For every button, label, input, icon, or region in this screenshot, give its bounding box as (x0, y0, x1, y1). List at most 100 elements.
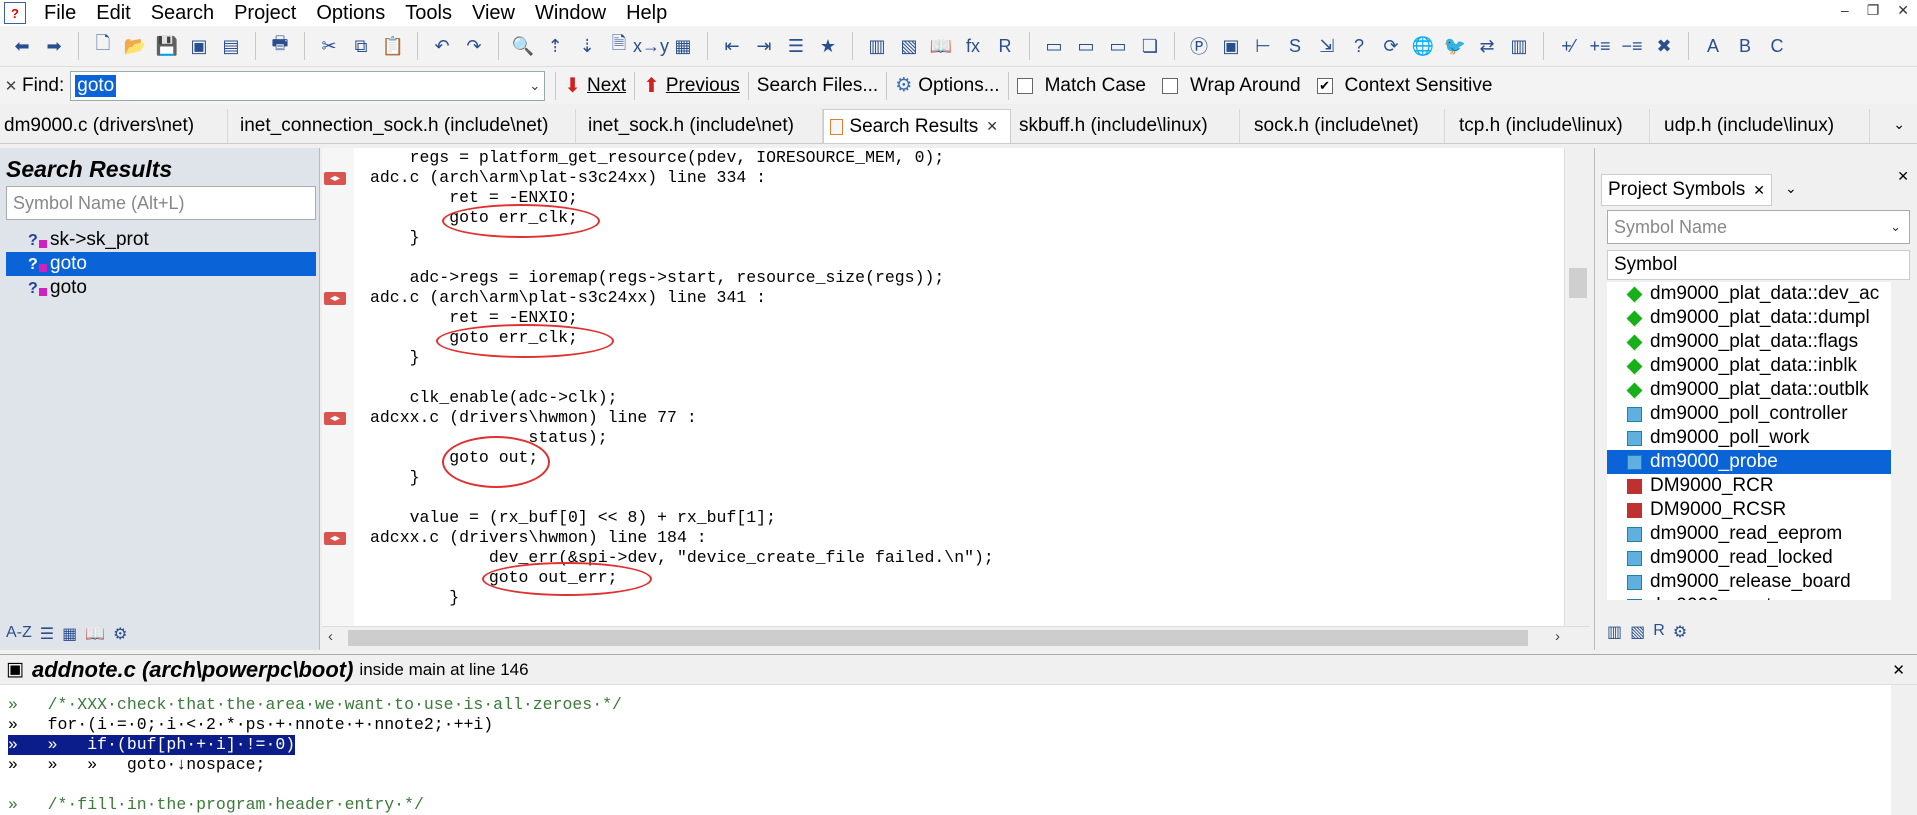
menu-view[interactable]: View (462, 2, 525, 25)
new-file-icon[interactable]: 🗋 (89, 32, 117, 60)
scroll-right-icon[interactable]: › (1555, 628, 1560, 645)
bookmark-list-icon[interactable]: ☰ (782, 32, 810, 60)
menu-tools[interactable]: Tools (395, 2, 462, 25)
layout-2-icon[interactable]: ▭ (1072, 32, 1100, 60)
close-icon[interactable]: ✕ (1892, 661, 1905, 679)
tab-search-results[interactable]: Search Results ✕ (823, 109, 1011, 143)
list-item[interactable]: ? sk->sk_prot (6, 228, 316, 252)
bookmark-prev-icon[interactable]: ⇤ (718, 32, 746, 60)
gear-icon[interactable]: ⚙ (113, 624, 127, 644)
tree-icon[interactable]: ⊢ (1249, 32, 1277, 60)
layout-3-icon[interactable]: ▭ (1104, 32, 1132, 60)
function-icon[interactable]: fx (959, 32, 987, 60)
forward-icon[interactable]: ➡ (40, 32, 68, 60)
font-a-icon[interactable]: A (1699, 32, 1727, 60)
bookmark-next-icon[interactable]: ⇥ (750, 32, 778, 60)
vertical-scrollbar[interactable] (1891, 282, 1909, 600)
vertical-scrollbar[interactable] (1564, 148, 1590, 628)
bookmark-toggle-icon[interactable]: ★ (814, 32, 842, 60)
symbol-info-icon[interactable]: S (1281, 32, 1309, 60)
symbol-name-input[interactable]: Symbol Name ⌄ (1607, 210, 1910, 244)
add-file-icon[interactable]: +⁄ (1554, 32, 1582, 60)
context-sensitive-checkbox[interactable]: ✔ Context Sensitive (1309, 71, 1501, 101)
compare-icon[interactable]: ▥ (1505, 32, 1533, 60)
search-files-button[interactable]: Search Files... (749, 71, 886, 101)
menu-window[interactable]: Window (525, 2, 616, 25)
bird-icon[interactable]: 🐦 (1441, 32, 1469, 60)
replace-files-icon[interactable]: ▦ (669, 32, 697, 60)
symbol-window-icon[interactable]: ▥ (1607, 622, 1622, 642)
tab-inet-sock[interactable]: inet_sock.h (include\net) (576, 109, 823, 143)
font-b-icon[interactable]: B (1731, 32, 1759, 60)
previous-button[interactable]: ⬆ Previous (635, 71, 748, 101)
close-icon[interactable]: ✕ (1897, 2, 1909, 19)
tab-udp[interactable]: udp.h (include\linux) (1650, 109, 1870, 143)
vertical-scrollbar[interactable] (1891, 685, 1917, 815)
list-item[interactable]: dm9000_release_board (1607, 570, 1894, 594)
horizontal-scrollbar[interactable]: ‹ › (322, 626, 1590, 648)
list-item[interactable]: ? goto (6, 252, 316, 276)
symbol-name-input[interactable]: Symbol Name (Alt+L) (6, 186, 316, 220)
wrap-around-checkbox[interactable]: Wrap Around (1154, 71, 1309, 101)
print-icon[interactable]: 🖶 (266, 32, 294, 60)
find-files-icon[interactable]: 🗎 (605, 32, 633, 60)
save-icon[interactable]: 💾 (153, 32, 181, 60)
menu-help[interactable]: Help (616, 2, 677, 25)
relation-icon[interactable]: R (991, 32, 1019, 60)
project-icon[interactable]: Ⓟ (1185, 32, 1213, 60)
save-all-icon[interactable]: ▣ (185, 32, 213, 60)
symbol-window-icon[interactable]: ▥ (863, 32, 891, 60)
book-icon[interactable]: 📖 (927, 32, 955, 60)
book-icon[interactable]: 📖 (85, 624, 105, 644)
tab-inet-connection-sock[interactable]: inet_connection_sock.h (include\net) (228, 109, 576, 143)
menu-project[interactable]: Project (224, 2, 306, 25)
hierarchy-icon[interactable]: ⇲ (1313, 32, 1341, 60)
copy-icon[interactable]: ⧉ (347, 32, 375, 60)
category-icon[interactable]: ▦ (62, 624, 77, 644)
list-item[interactable]: ? goto (6, 276, 316, 300)
chevron-down-icon[interactable]: ⌄ (1785, 180, 1797, 197)
cut-icon[interactable]: ✂ (315, 32, 343, 60)
close-tab-icon[interactable]: ✕ (986, 118, 998, 135)
close-file-icon[interactable]: ▤ (217, 32, 245, 60)
minimize-icon[interactable]: – (1841, 2, 1849, 19)
list-item[interactable]: dm9000_poll_controller (1607, 402, 1894, 426)
tabs-dropdown-icon[interactable]: ⌄ (1893, 116, 1905, 133)
list-item[interactable]: dm9000_read_locked (1607, 546, 1894, 570)
font-c-icon[interactable]: C (1763, 32, 1791, 60)
list-item[interactable]: dm9000_probe (1607, 450, 1894, 474)
list-item[interactable]: dm9000_poll_work (1607, 426, 1894, 450)
find-input[interactable]: goto ⌄ (70, 70, 546, 101)
list-item[interactable]: dm9000_plat_data::flags (1607, 330, 1894, 354)
tab-tcp[interactable]: tcp.h (include\linux) (1445, 109, 1650, 143)
gear-icon[interactable]: ⚙ (1673, 622, 1687, 642)
relation-icon[interactable]: R (1653, 622, 1665, 642)
remove-tree-icon[interactable]: −≡ (1618, 32, 1646, 60)
context-icon[interactable]: ▧ (1630, 622, 1645, 642)
bookmark-icon[interactable]: ◂▸ (324, 412, 346, 425)
chevron-down-icon[interactable]: ⌄ (1890, 219, 1901, 235)
paste-icon[interactable]: 📋 (379, 32, 407, 60)
undo-icon[interactable]: ↶ (428, 32, 456, 60)
symbol-column-header[interactable]: Symbol (1607, 250, 1910, 280)
layout-1-icon[interactable]: ▭ (1040, 32, 1068, 60)
tab-sock[interactable]: sock.h (include\net) (1240, 109, 1445, 143)
globe-icon[interactable]: 🌐 (1409, 32, 1437, 60)
tab-skbuff[interactable]: skbuff.h (include\linux) (1011, 109, 1240, 143)
code-editor[interactable]: ◂▸ ◂▸ ◂▸ ◂▸ regs = platform_get_resource… (322, 148, 1590, 648)
find-prev-icon[interactable]: ⇡ (541, 32, 569, 60)
back-icon[interactable]: ⬅ (8, 32, 36, 60)
context-window-icon[interactable]: ▧ (895, 32, 923, 60)
list-item[interactable]: DM9000_RCR (1607, 474, 1894, 498)
list-item[interactable]: dm9000_plat_data::dev_ac (1607, 282, 1894, 306)
scroll-thumb[interactable] (348, 630, 1528, 646)
close-tab-icon[interactable]: ✕ (1753, 182, 1765, 199)
restore-icon[interactable]: ❐ (1867, 2, 1880, 19)
redo-icon[interactable]: ↷ (460, 32, 488, 60)
menu-search[interactable]: Search (141, 2, 224, 25)
find-icon[interactable]: 🔍 (509, 32, 537, 60)
match-case-checkbox[interactable]: Match Case (1009, 71, 1154, 101)
close-icon[interactable]: ✕ (1897, 168, 1909, 185)
bookmark-icon[interactable]: ◂▸ (324, 532, 346, 545)
list-item[interactable]: dm9000_reset (1607, 594, 1894, 600)
